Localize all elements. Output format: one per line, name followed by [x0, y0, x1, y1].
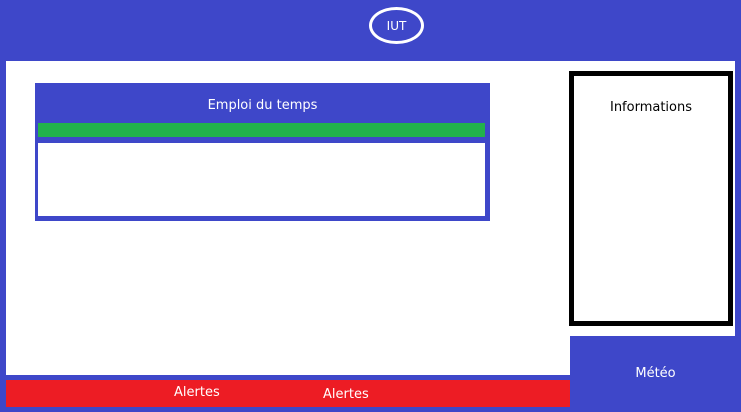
iut-logo[interactable]: IUT [369, 7, 424, 44]
information-title: Informations [609, 100, 693, 115]
schedule-panel: Emploi du temps [35, 83, 490, 221]
schedule-header-bar [38, 123, 485, 137]
schedule-title: Emploi du temps [207, 98, 318, 113]
schedule-body [38, 143, 485, 216]
alert-item: Alertes [174, 385, 220, 400]
weather-label: Météo [635, 366, 676, 381]
alert-item: Alertes [323, 387, 369, 402]
alerts-bar: Alertes Alertes [6, 380, 570, 407]
information-panel: Informations [569, 71, 733, 326]
weather-panel: Météo [570, 336, 741, 412]
